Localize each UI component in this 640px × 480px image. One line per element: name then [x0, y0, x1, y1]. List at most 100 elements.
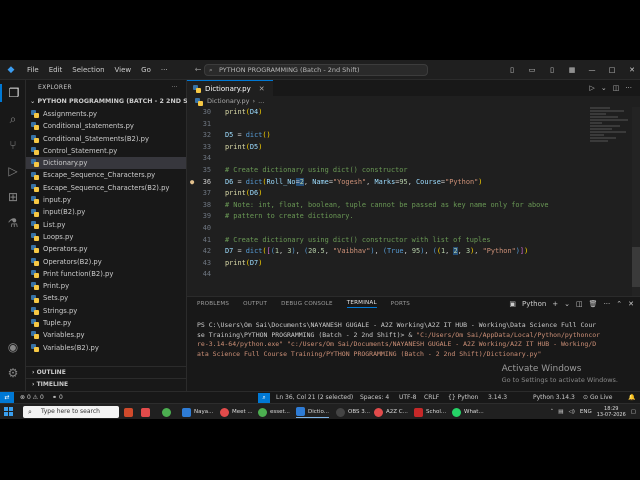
trash-icon[interactable]: 🗑 — [589, 300, 598, 308]
maximize-icon[interactable]: □ — [604, 66, 620, 74]
ports-status[interactable]: ⚭ 0 — [52, 392, 63, 403]
file-item[interactable]: Assignments.py — [26, 108, 186, 120]
problems-status[interactable]: ⊗ 0 ⚠ 0 — [20, 392, 44, 403]
breadcrumb-more[interactable]: ... — [258, 96, 264, 107]
cursor-position[interactable]: Ln 36, Col 21 (2 selected) — [276, 392, 353, 403]
file-item[interactable]: List.py — [26, 219, 186, 231]
file-item[interactable]: Sets.py — [26, 292, 186, 304]
file-item[interactable]: Conditional_Statements(B2).py — [26, 133, 186, 145]
file-item[interactable]: Operators(B2).py — [26, 256, 186, 268]
taskbar-search[interactable]: ⌕ Type here to search — [23, 406, 119, 418]
file-item[interactable]: input.py — [26, 194, 186, 206]
split-editor-icon[interactable]: ◫ — [613, 80, 620, 96]
search-icon[interactable]: ⌕ — [4, 110, 22, 128]
more-actions-icon[interactable]: ··· — [604, 300, 611, 308]
tab-dictionary[interactable]: Dictionary.py ✕ — [187, 80, 273, 96]
terminal-name[interactable]: Python — [522, 300, 546, 308]
tab-ports[interactable]: PORTS — [391, 301, 410, 307]
lightbulb-icon[interactable]: ● — [190, 177, 194, 189]
python-version[interactable]: 3.14.3 — [488, 392, 507, 403]
remote-icon[interactable]: ⇄ — [0, 392, 14, 403]
taskbar-chrome[interactable] — [162, 406, 174, 418]
zoom-icon[interactable]: ⌕ — [258, 393, 270, 403]
outline-section[interactable]: › OUTLINE — [26, 366, 187, 378]
file-item[interactable]: Control_Statement.py — [26, 145, 186, 157]
language-indicator[interactable]: ENG — [580, 409, 592, 415]
file-item[interactable]: input(B2).py — [26, 206, 186, 218]
source-control-icon[interactable]: ⑂ — [4, 136, 22, 154]
account-icon[interactable]: ◉ — [4, 338, 22, 356]
breadcrumb-file[interactable]: Dictionary.py — [207, 96, 249, 107]
menu-edit[interactable]: Edit — [44, 66, 68, 74]
taskbar-app-esset[interactable]: esset... — [258, 406, 290, 418]
menu-more[interactable]: ··· — [156, 66, 173, 74]
clock[interactable]: 18:29 13-07-2026 — [597, 406, 626, 418]
layout-sidebar-icon[interactable]: ▯ — [504, 66, 520, 74]
run-debug-icon[interactable]: ▷ — [4, 162, 22, 180]
run-python-icon[interactable]: ▷ — [589, 80, 594, 96]
taskbar-app-naya[interactable]: Naya... — [182, 406, 213, 418]
go-live[interactable]: ⊙ Go Live — [583, 392, 612, 403]
timeline-section[interactable]: › TIMELINE — [26, 378, 187, 390]
python-interpreter[interactable]: Python 3.14.3 — [533, 392, 575, 403]
tab-terminal[interactable]: TERMINAL — [346, 300, 377, 308]
chevron-up-icon[interactable]: ˄ — [551, 409, 554, 415]
more-actions-icon[interactable]: ··· — [625, 80, 632, 96]
taskbar-app-meet[interactable]: Meet ... — [220, 406, 253, 418]
taskbar-widgets2[interactable] — [141, 406, 153, 418]
terminal-output[interactable]: PS C:\Users\Om Sai\Documents\NAYANESH GU… — [197, 321, 632, 359]
file-item[interactable]: Operators.py — [26, 243, 186, 255]
more-actions-icon[interactable]: ··· — [171, 80, 178, 96]
file-item[interactable]: Print.py — [26, 280, 186, 292]
tab-problems[interactable]: PROBLEMS — [197, 301, 229, 307]
layout-customize-icon[interactable]: ▦ — [564, 66, 580, 74]
menu-selection[interactable]: Selection — [67, 66, 109, 74]
back-arrow-icon[interactable]: ← — [195, 65, 202, 74]
chevron-down-icon[interactable]: ⌄ — [601, 80, 607, 96]
notifications-bell-icon[interactable]: 🔔 — [628, 392, 635, 403]
minimize-icon[interactable]: — — [584, 66, 600, 74]
extensions-icon[interactable]: ⊞ — [4, 188, 22, 206]
close-panel-icon[interactable]: ✕ — [628, 300, 634, 308]
layout-panel-icon[interactable]: ▭ — [524, 66, 540, 74]
indentation[interactable]: Spaces: 4 — [360, 392, 389, 403]
menu-file[interactable]: File — [22, 66, 44, 74]
file-item[interactable]: Strings.py — [26, 305, 186, 317]
volume-icon[interactable]: ◁) — [568, 409, 574, 415]
taskbar-app-vscode[interactable]: Dictio... — [296, 406, 329, 418]
file-item[interactable]: Escape_Sequence_Characters.py — [26, 169, 186, 181]
menu-go[interactable]: Go — [136, 66, 156, 74]
close-tab-icon[interactable]: ✕ — [259, 85, 265, 93]
file-item[interactable]: Conditional_statements.py — [26, 120, 186, 132]
new-terminal-icon[interactable]: + — [552, 300, 558, 308]
command-center[interactable]: ⌕ PYTHON PROGRAMMING (Batch - 2nd Shift) — [204, 64, 428, 76]
file-item[interactable]: Escape_Sequence_Characters(B2).py — [26, 182, 186, 194]
workspace-folder[interactable]: ⌄ PYTHON PROGRAMMING (BATCH - 2 2ND SHIF… — [26, 96, 207, 108]
file-item[interactable]: Loops.py — [26, 231, 186, 243]
split-terminal-icon[interactable]: ◫ — [576, 300, 583, 308]
taskbar-app-schol[interactable]: Schol... — [414, 406, 446, 418]
file-item[interactable]: Tuple.py — [26, 317, 186, 329]
code-view[interactable]: 30 print(D4) 31 32 D5 = dict() 33 print(D5)… — [187, 107, 587, 281]
encoding[interactable]: UTF-8 — [399, 392, 417, 403]
maximize-panel-icon[interactable]: ⌃ — [616, 300, 622, 308]
scrollbar-thumb[interactable] — [632, 247, 640, 287]
menu-view[interactable]: View — [110, 66, 137, 74]
taskbar-app-obs[interactable]: OBS 3... — [336, 406, 370, 418]
taskbar-widgets[interactable] — [124, 406, 136, 418]
close-window-icon[interactable]: ✕ — [624, 66, 640, 74]
line-ending[interactable]: CRLF — [424, 392, 439, 403]
language-mode[interactable]: {} Python — [448, 392, 478, 403]
file-item[interactable]: Print function(B2).py — [26, 268, 186, 280]
explorer-files-icon[interactable]: ❐ — [0, 84, 26, 102]
tab-output[interactable]: OUTPUT — [243, 301, 267, 307]
taskbar-app-a2z[interactable]: A2Z C... — [374, 406, 408, 418]
tab-debug-console[interactable]: DEBUG CONSOLE — [281, 301, 333, 307]
notification-icon[interactable]: ▢ — [631, 409, 636, 415]
network-icon[interactable]: ▤ — [558, 409, 563, 415]
chevron-down-icon[interactable]: ⌄ — [564, 300, 570, 308]
file-item[interactable]: Variables.py — [26, 329, 186, 341]
windows-start-icon[interactable] — [4, 407, 14, 417]
testing-flask-icon[interactable]: ⚗ — [4, 214, 22, 232]
layout-secondary-icon[interactable]: ▯ — [544, 66, 560, 74]
